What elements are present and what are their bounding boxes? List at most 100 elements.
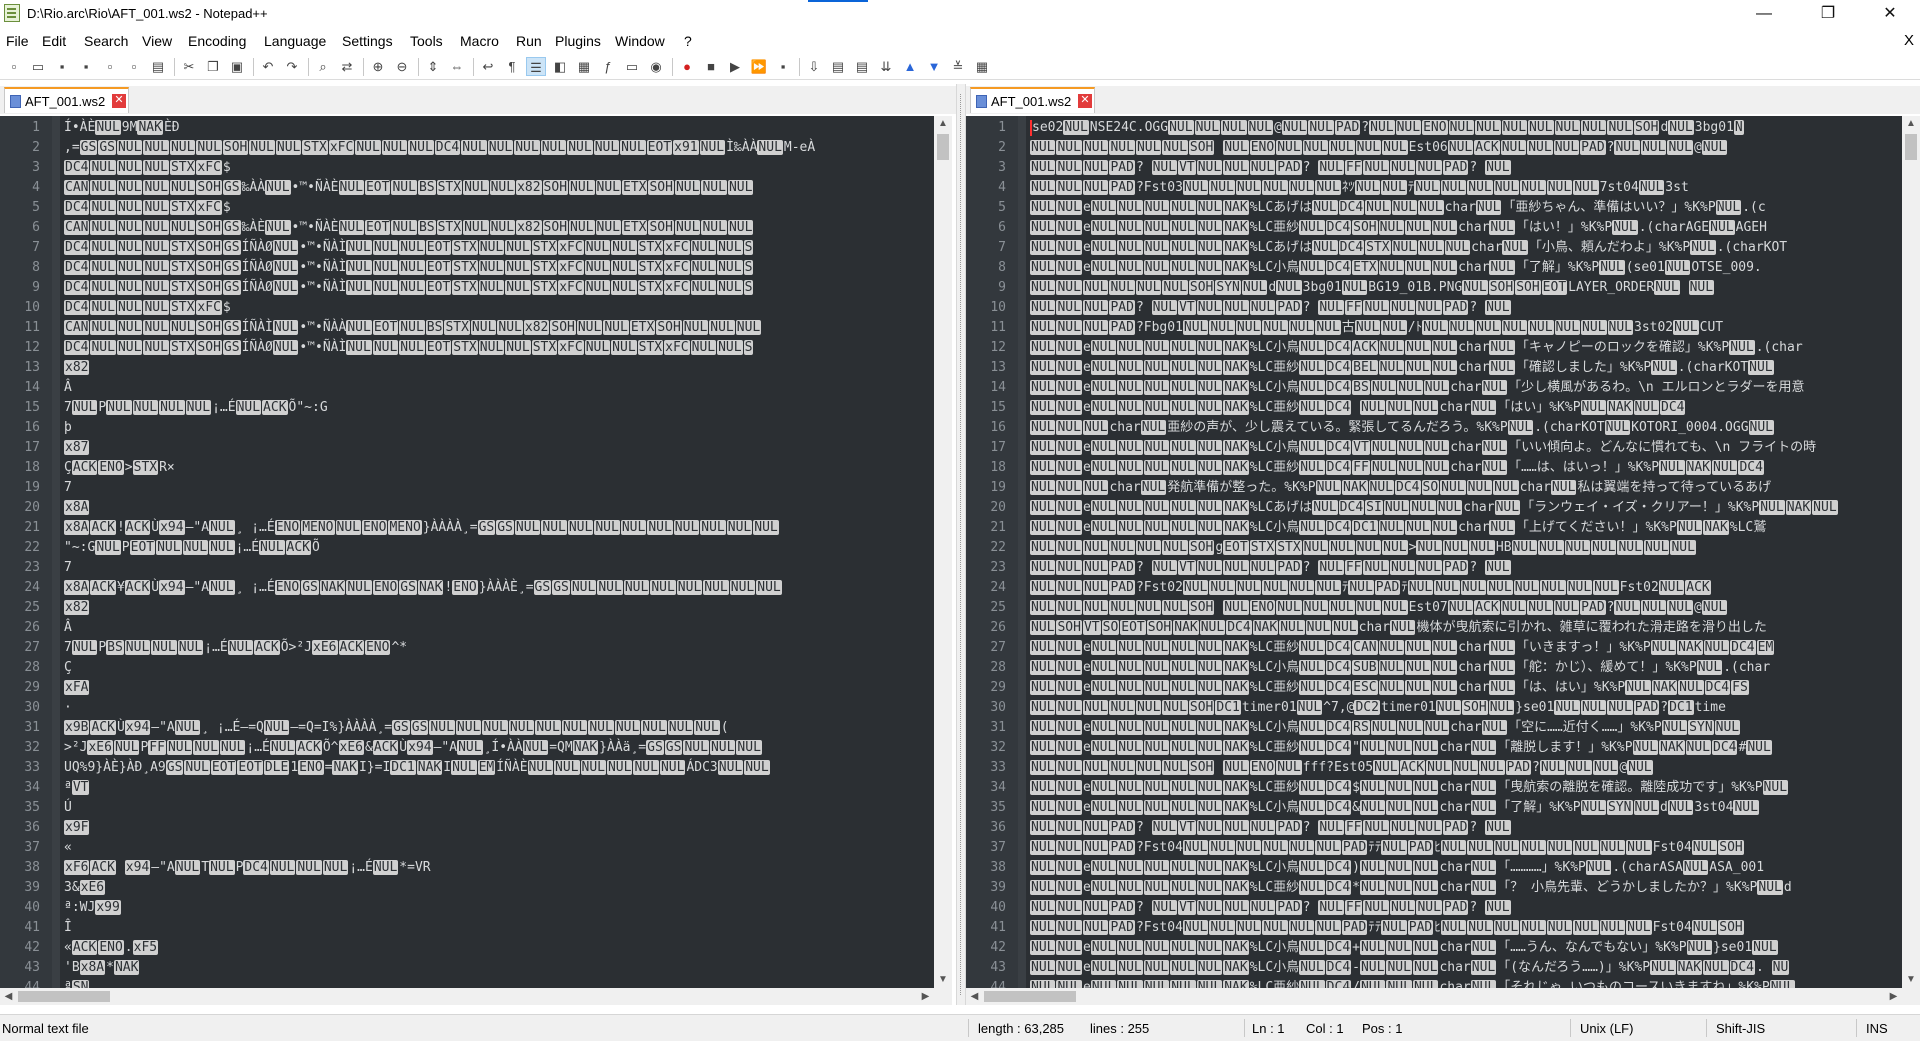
redo-icon[interactable]: ↷ bbox=[282, 57, 302, 76]
control-character: NUL bbox=[209, 540, 235, 555]
plugin-3-icon[interactable]: ▤ bbox=[852, 57, 872, 76]
status-insert-mode[interactable]: INS bbox=[1866, 1021, 1888, 1036]
print-icon[interactable]: ▤ bbox=[148, 57, 168, 76]
scroll-up-icon[interactable]: ▲ bbox=[1902, 116, 1920, 132]
scroll-thumb[interactable] bbox=[18, 991, 110, 1002]
plugin-7-icon[interactable]: ≚ bbox=[948, 57, 968, 76]
control-character: NUL bbox=[1170, 720, 1196, 735]
paste-icon[interactable]: ▣ bbox=[227, 57, 247, 76]
control-character: SOH bbox=[1056, 620, 1082, 635]
minimize-button[interactable]: — bbox=[1736, 0, 1792, 29]
folder-workspace-icon[interactable]: ▭ bbox=[622, 57, 642, 76]
control-character: NUL bbox=[647, 520, 673, 535]
show-all-characters-icon[interactable]: ¶ bbox=[502, 57, 522, 76]
control-character: NUL bbox=[143, 280, 169, 295]
run-macro-multiple-icon[interactable]: ⏩ bbox=[749, 57, 769, 76]
zoom-in-icon[interactable]: ⊕ bbox=[368, 57, 388, 76]
plugin-6-icon[interactable]: ▼ bbox=[924, 57, 944, 76]
right-editor[interactable]: 1 se02NUL NSE24C.OGGNUL NUL NUL NUL @NUL NUL PAD… bbox=[966, 116, 1920, 988]
function-list-icon[interactable]: ƒ bbox=[598, 57, 618, 76]
sync-horizontal-icon[interactable]: ⇔ bbox=[447, 57, 467, 76]
plugin-4-icon[interactable]: ⇊ bbox=[876, 57, 896, 76]
language-icon[interactable]: ◧ bbox=[550, 57, 570, 76]
menu-window[interactable]: Window bbox=[615, 33, 665, 49]
vertical-scrollbar[interactable]: ▲ ▼ bbox=[1902, 116, 1920, 988]
scroll-thumb[interactable] bbox=[984, 991, 1076, 1002]
status-encoding[interactable]: Shift-JIS bbox=[1716, 1021, 1765, 1036]
editor-line: 44 NUL NUL eNUL NUL NUL NUL NUL NAK %LC亜紗NUL DC4/N… bbox=[966, 978, 1902, 988]
scroll-left-icon[interactable]: ◀ bbox=[0, 988, 17, 1005]
left-editor[interactable]: 1 Í•ÀÈNUL 9MNAK ÈÐ 2 ,=GS GS NUL NUL NUL NUL SOH NU… bbox=[0, 116, 952, 988]
splitter-grip[interactable] bbox=[960, 94, 962, 995]
menu-search[interactable]: Search bbox=[84, 33, 128, 49]
close-icon[interactable]: ▫ bbox=[100, 57, 120, 76]
control-character: NAK bbox=[1703, 520, 1729, 535]
scroll-right-icon[interactable]: ▶ bbox=[917, 988, 934, 1005]
maximize-button[interactable]: ❐ bbox=[1800, 0, 1856, 29]
menu-plugins[interactable]: Plugins bbox=[555, 33, 601, 49]
menu-edit[interactable]: Edit bbox=[42, 33, 66, 49]
control-character: NUL bbox=[1143, 440, 1170, 455]
save-icon[interactable]: ▪ bbox=[52, 57, 72, 76]
save-all-icon[interactable]: ▪ bbox=[76, 57, 96, 76]
control-character: NUL bbox=[1090, 340, 1117, 355]
plugin-2-icon[interactable]: ▤ bbox=[828, 57, 848, 76]
open-file-icon[interactable]: ▭ bbox=[28, 57, 48, 76]
menu-view[interactable]: View bbox=[142, 33, 172, 49]
close-window-button[interactable]: ✕ bbox=[1862, 0, 1918, 29]
tab-right-aft-001[interactable]: AFT_001.ws2 ✕ bbox=[970, 87, 1095, 113]
control-character: NUL bbox=[1405, 260, 1431, 275]
scroll-down-icon[interactable]: ▼ bbox=[1902, 972, 1920, 988]
line-text: Â bbox=[64, 620, 72, 635]
tab-left-aft-001[interactable]: AFT_001.ws2 ✕ bbox=[4, 87, 129, 113]
stop-record-icon[interactable]: ■ bbox=[701, 57, 721, 76]
left-horizontal-scrollbar[interactable]: ◀ ▶ bbox=[0, 988, 952, 1005]
word-wrap-icon[interactable]: ↩ bbox=[478, 57, 498, 76]
menu-file[interactable]: File bbox=[6, 33, 29, 49]
control-character: NUL bbox=[1626, 840, 1652, 855]
plugin-5-icon[interactable]: ▲ bbox=[900, 57, 920, 76]
plugin-8-icon[interactable]: ▦ bbox=[972, 57, 992, 76]
close-all-icon[interactable]: ▫ bbox=[124, 57, 144, 76]
view-splitter[interactable] bbox=[956, 84, 966, 1005]
scroll-thumb[interactable] bbox=[937, 134, 949, 160]
copy-icon[interactable]: ❐ bbox=[203, 57, 223, 76]
cut-icon[interactable]: ✂ bbox=[179, 57, 199, 76]
menu-macro[interactable]: Macro bbox=[460, 33, 499, 49]
tab-close-icon[interactable]: ✕ bbox=[1078, 94, 1092, 108]
new-file-icon[interactable]: ▫ bbox=[4, 57, 24, 76]
scroll-right-icon[interactable]: ▶ bbox=[1885, 988, 1902, 1005]
undo-icon[interactable]: ↶ bbox=[258, 57, 278, 76]
doc-map-icon[interactable]: ▦ bbox=[574, 57, 594, 76]
status-eol-format[interactable]: Unix (LF) bbox=[1580, 1021, 1633, 1036]
right-horizontal-scrollbar[interactable]: ◀ ▶ bbox=[966, 988, 1920, 1005]
control-character: S bbox=[743, 260, 754, 275]
menu-settings[interactable]: Settings bbox=[342, 33, 393, 49]
plugin-1-icon[interactable]: ⇩ bbox=[804, 57, 824, 76]
play-macro-icon[interactable]: ▶ bbox=[725, 57, 745, 76]
control-character: NUL bbox=[1056, 720, 1082, 735]
control-character: PAD bbox=[1109, 900, 1135, 915]
sync-vertical-icon[interactable]: ⇕ bbox=[423, 57, 443, 76]
control-character: NUL bbox=[1386, 960, 1412, 975]
tab-close-icon[interactable]: ✕ bbox=[112, 94, 126, 108]
menu-tools[interactable]: Tools bbox=[410, 33, 443, 49]
record-macro-icon[interactable]: ● bbox=[677, 57, 697, 76]
indent-guide-icon[interactable]: ☰ bbox=[526, 57, 546, 76]
vertical-scrollbar[interactable]: ▲ ▼ bbox=[934, 116, 952, 988]
scroll-down-icon[interactable]: ▼ bbox=[934, 972, 952, 988]
scroll-up-icon[interactable]: ▲ bbox=[934, 116, 952, 132]
menu-help[interactable]: ? bbox=[684, 33, 692, 49]
scroll-left-icon[interactable]: ◀ bbox=[966, 988, 983, 1005]
scroll-thumb[interactable] bbox=[1905, 134, 1917, 160]
monitor-icon[interactable]: ◉ bbox=[646, 57, 666, 76]
find-icon[interactable]: ⌕ bbox=[313, 57, 333, 76]
menu-run[interactable]: Run bbox=[516, 33, 542, 49]
close-document-button[interactable]: X bbox=[1904, 32, 1914, 49]
zoom-out-icon[interactable]: ⊖ bbox=[392, 57, 412, 76]
save-macro-icon[interactable]: ▪ bbox=[773, 57, 793, 76]
menu-encoding[interactable]: Encoding bbox=[188, 33, 246, 49]
control-character: NUL bbox=[1143, 360, 1170, 375]
menu-language[interactable]: Language bbox=[264, 33, 326, 49]
replace-icon[interactable]: ⇄ bbox=[337, 57, 357, 76]
